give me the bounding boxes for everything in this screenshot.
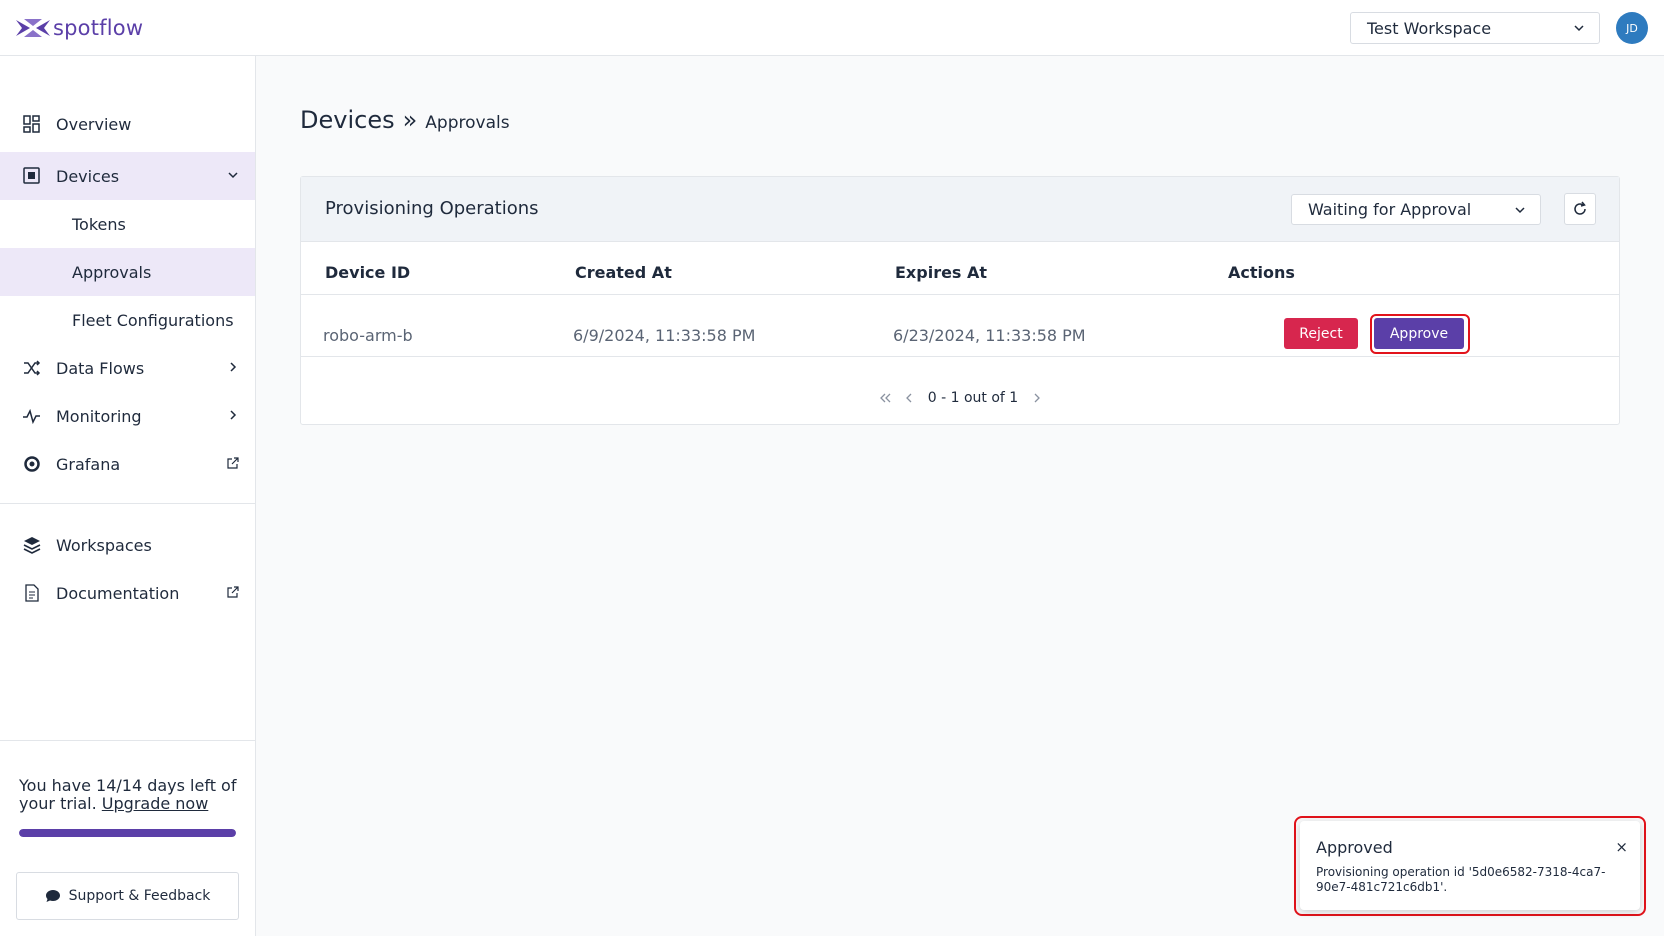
sidebar-item-label: Overview: [56, 114, 132, 134]
sidebar-item-label: Tokens: [72, 214, 126, 234]
sidebar-divider: [0, 503, 255, 504]
workspace-select[interactable]: Test Workspace: [1350, 12, 1600, 44]
approve-button[interactable]: Approve: [1374, 318, 1464, 349]
toast-message: Provisioning operation id '5d0e6582-7318…: [1316, 865, 1606, 894]
panel-header: Provisioning Operations Waiting for Appr…: [301, 177, 1619, 242]
grid-icon: [23, 115, 40, 133]
provisioning-operations-panel: Provisioning Operations Waiting for Appr…: [300, 176, 1620, 425]
sidebar-item-tokens[interactable]: Tokens: [0, 200, 255, 248]
trial-progress-bar: [19, 829, 236, 837]
pagination-text: 0 - 1 out of 1: [927, 390, 1019, 406]
sidebar: Overview Devices Tokens Approvals Fleet …: [0, 56, 256, 936]
shuffle-icon: [24, 360, 41, 376]
sidebar-item-monitoring[interactable]: Monitoring: [0, 392, 255, 440]
cell-expires-at: 6/23/2024, 11:33:58 PM: [893, 326, 1086, 345]
sidebar-divider: [0, 740, 255, 741]
trial-notice: You have 14/14 days left of your trial. …: [19, 777, 244, 813]
workspace-select-value: Test Workspace: [1367, 18, 1492, 38]
external-link-icon: [227, 457, 239, 469]
row-divider: [301, 294, 1619, 295]
sidebar-item-label: Data Flows: [56, 358, 145, 378]
page-title: Approvals: [425, 113, 510, 133]
refresh-button[interactable]: [1564, 193, 1596, 225]
sidebar-item-label: Fleet Configurations: [72, 310, 234, 330]
toast-title: Approved: [1316, 838, 1393, 857]
sidebar-item-overview[interactable]: Overview: [0, 100, 255, 148]
cell-created-at: 6/9/2024, 11:33:58 PM: [573, 326, 756, 345]
breadcrumb-separator: »: [402, 106, 418, 134]
sidebar-item-label: Approvals: [72, 262, 152, 282]
refresh-icon: [1574, 201, 1586, 215]
sidebar-item-label: Grafana: [56, 454, 121, 474]
pagination: 0 - 1 out of 1: [301, 388, 1619, 408]
layers-icon: [23, 537, 41, 554]
sidebar-item-label: Devices: [56, 166, 120, 186]
sidebar-item-documentation[interactable]: Documentation: [0, 569, 255, 617]
toast-notification: Approved × Provisioning operation id '5d…: [1300, 821, 1640, 910]
sidebar-item-approvals[interactable]: Approvals: [0, 248, 255, 296]
logo[interactable]: spotflow: [16, 16, 143, 40]
previous-page-icon[interactable]: [904, 392, 914, 404]
sidebar-item-label: Workspaces: [56, 535, 152, 555]
next-page-icon[interactable]: [1032, 392, 1042, 404]
row-divider: [301, 356, 1619, 357]
spotflow-logo-icon: [16, 19, 50, 37]
grafana-icon: [24, 456, 40, 472]
chevron-right-icon: [230, 362, 237, 372]
first-page-icon[interactable]: [878, 392, 892, 404]
top-bar: spotflow Test Workspace JD: [0, 0, 1664, 56]
sidebar-item-label: Monitoring: [56, 406, 142, 426]
chat-bubble-icon: [45, 890, 60, 902]
external-link-icon: [227, 586, 239, 598]
chevron-down-icon: [1515, 207, 1525, 214]
avatar[interactable]: JD: [1616, 12, 1648, 44]
sidebar-item-data-flows[interactable]: Data Flows: [0, 344, 255, 392]
sidebar-item-fleet-configurations[interactable]: Fleet Configurations: [0, 296, 255, 344]
chevron-right-icon: [230, 410, 237, 420]
support-feedback-button[interactable]: Support & Feedback: [16, 872, 239, 920]
column-header-expires-at: Expires At: [895, 263, 988, 282]
panel-title: Provisioning Operations: [325, 198, 539, 219]
support-label: Support & Feedback: [68, 888, 211, 904]
sidebar-item-devices[interactable]: Devices: [0, 152, 255, 200]
chevron-down-icon: [228, 172, 238, 179]
trial-progress-fill: [19, 829, 236, 837]
logo-text: spotflow: [53, 16, 144, 40]
breadcrumb-devices[interactable]: Devices: [300, 106, 395, 134]
close-icon[interactable]: ×: [1615, 838, 1628, 856]
column-header-actions: Actions: [1228, 263, 1295, 282]
chip-icon: [23, 167, 40, 184]
pulse-icon: [23, 408, 40, 425]
sidebar-item-workspaces[interactable]: Workspaces: [0, 521, 255, 569]
document-icon: [25, 584, 39, 602]
reject-button[interactable]: Reject: [1284, 318, 1358, 349]
column-header-device-id: Device ID: [325, 263, 411, 282]
status-filter-value: Waiting for Approval: [1308, 200, 1472, 219]
cell-device-id: robo-arm-b: [323, 326, 413, 345]
chevron-down-icon: [1574, 25, 1584, 32]
status-filter-select[interactable]: Waiting for Approval: [1291, 194, 1541, 225]
upgrade-link[interactable]: Upgrade now: [102, 794, 209, 813]
breadcrumb: Devices » Approvals: [300, 106, 510, 134]
sidebar-item-label: Documentation: [56, 583, 180, 603]
column-header-created-at: Created At: [575, 263, 672, 282]
sidebar-item-grafana[interactable]: Grafana: [0, 440, 255, 488]
